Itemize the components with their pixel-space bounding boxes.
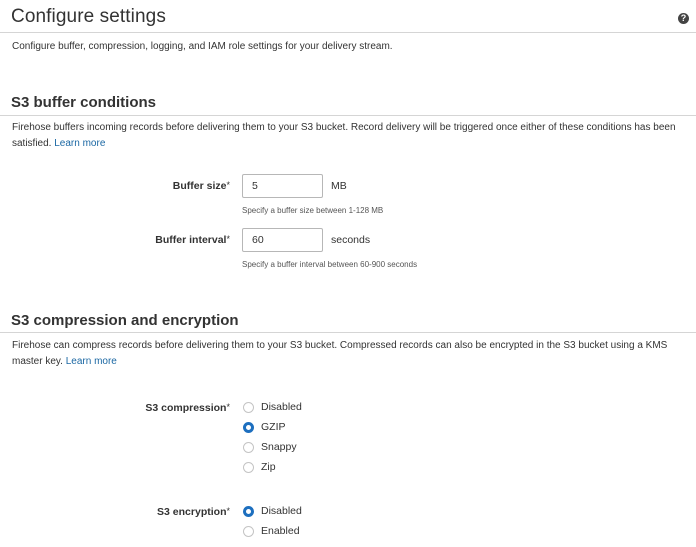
s3-compression-label-text: S3 compression xyxy=(145,402,227,414)
buffer-section-divider xyxy=(0,115,696,116)
compression-section-divider xyxy=(0,332,696,333)
radio-button[interactable] xyxy=(243,442,254,453)
buffer-learn-more-link[interactable]: Learn more xyxy=(54,138,105,149)
radio-label: Enabled xyxy=(261,525,300,537)
buffer-description-text: Firehose buffers incoming records before… xyxy=(12,122,676,149)
buffer-interval-label-text: Buffer interval xyxy=(155,234,227,246)
compression-learn-more-link[interactable]: Learn more xyxy=(66,356,117,367)
s3-compression-required-mark: * xyxy=(226,402,230,412)
page-title: Configure settings xyxy=(11,6,166,27)
compression-section-description: Firehose can compress records before del… xyxy=(12,338,692,370)
radio-label: GZIP xyxy=(261,421,286,433)
radio-button[interactable] xyxy=(243,462,254,473)
radio-label: Disabled xyxy=(261,505,302,517)
s3-encryption-label-text: S3 encryption xyxy=(157,506,227,518)
buffer-size-input[interactable] xyxy=(242,174,323,198)
buffer-section-title: S3 buffer conditions xyxy=(11,94,157,111)
s3-encryption-required-mark: * xyxy=(226,506,230,516)
buffer-interval-required-mark: * xyxy=(226,234,230,244)
buffer-size-hint: Specify a buffer size between 1-128 MB xyxy=(242,206,384,215)
compression-section-title: S3 compression and encryption xyxy=(11,312,239,329)
buffer-interval-unit: seconds xyxy=(331,234,371,246)
configure-settings-page: Configure settings ? Configure buffer, c… xyxy=(0,0,696,547)
buffer-interval-input[interactable] xyxy=(242,228,323,252)
radio-button[interactable] xyxy=(243,526,254,537)
buffer-interval-label: Buffer interval* xyxy=(10,234,230,246)
radio-button[interactable] xyxy=(243,402,254,413)
buffer-section-description: Firehose buffers incoming records before… xyxy=(12,120,692,152)
radio-button[interactable] xyxy=(243,506,254,517)
buffer-interval-hint: Specify a buffer interval between 60-900… xyxy=(242,260,418,269)
buffer-size-label: Buffer size* xyxy=(10,180,230,192)
radio-label: Snappy xyxy=(261,441,297,453)
help-icon[interactable]: ? xyxy=(678,13,689,24)
radio-label: Zip xyxy=(261,461,276,473)
buffer-size-label-text: Buffer size xyxy=(172,180,227,192)
s3-compression-label: S3 compression* xyxy=(10,402,230,414)
s3-encryption-label: S3 encryption* xyxy=(10,506,230,518)
page-header: Configure settings ? xyxy=(0,0,696,33)
page-description: Configure buffer, compression, logging, … xyxy=(12,41,393,52)
radio-label: Disabled xyxy=(261,401,302,413)
buffer-size-unit: MB xyxy=(331,180,347,192)
buffer-size-required-mark: * xyxy=(226,180,230,190)
radio-button[interactable] xyxy=(243,422,254,433)
